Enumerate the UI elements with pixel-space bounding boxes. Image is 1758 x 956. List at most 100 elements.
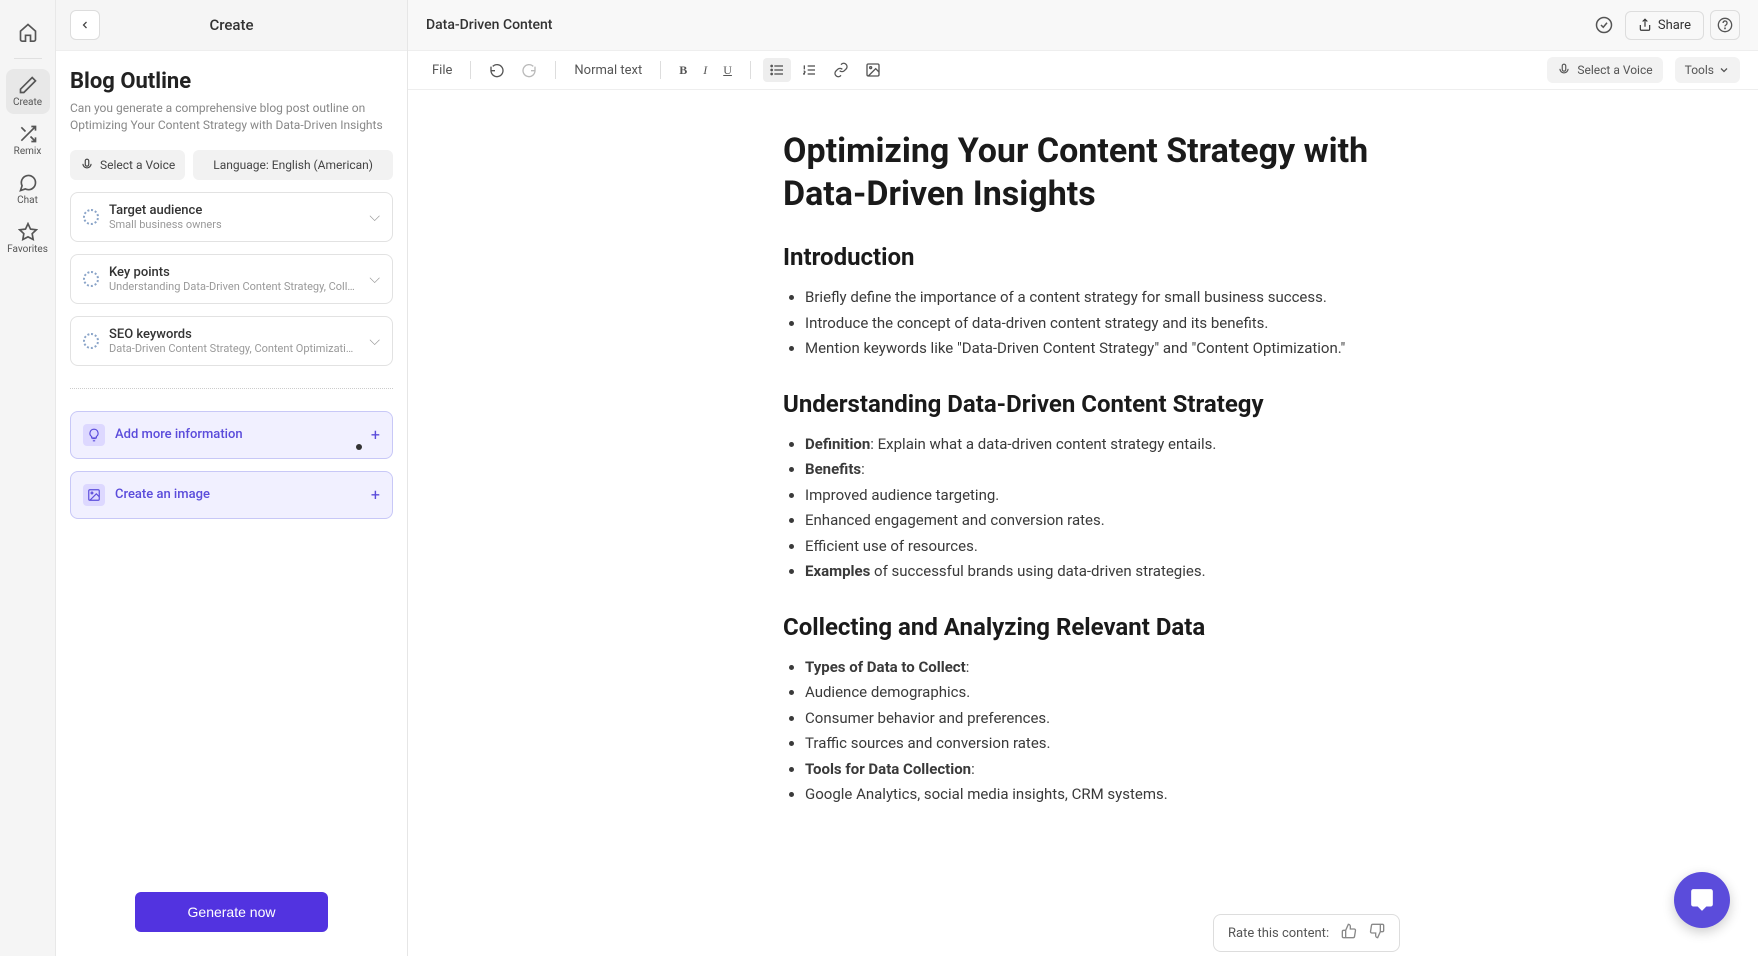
voice-label: Select a Voice — [1577, 63, 1652, 77]
field-title: SEO keywords — [109, 327, 359, 342]
nav-remix[interactable]: Remix — [6, 118, 50, 163]
indicator-dot — [356, 444, 362, 450]
file-menu[interactable]: File — [426, 59, 458, 82]
text-style-select[interactable]: Normal text — [568, 59, 648, 82]
field-title: Key points — [109, 265, 359, 280]
dotted-divider — [70, 388, 393, 389]
nav-home[interactable] — [6, 16, 50, 48]
share-icon — [1638, 18, 1652, 32]
check-status-icon[interactable] — [1589, 10, 1619, 40]
tools-button[interactable]: Tools — [1675, 57, 1740, 83]
image-icon — [865, 62, 881, 78]
sidebar-description: Can you generate a comprehensive blog po… — [70, 100, 393, 134]
sidebar-body: Blog Outline Can you generate a comprehe… — [56, 51, 407, 874]
spinner-icon — [83, 209, 99, 225]
sidebar-title: Blog Outline — [70, 69, 393, 94]
bullet-list-icon — [769, 62, 785, 78]
list-item: Introduce the concept of data-driven con… — [805, 311, 1383, 337]
list-item: Briefly define the importance of a conte… — [805, 285, 1383, 311]
main-header: Data-Driven Content Share — [408, 0, 1758, 51]
bullet-list: Briefly define the importance of a conte… — [783, 285, 1383, 362]
sidebar-footer: Generate now — [56, 874, 407, 956]
redo-button[interactable] — [515, 58, 543, 82]
list-item: Benefits: — [805, 457, 1383, 483]
chat-bubble-icon — [1689, 887, 1715, 913]
list-item: Definition: Explain what a data-driven c… — [805, 432, 1383, 458]
nav-create[interactable]: Create — [6, 69, 50, 114]
nav-rail: Create Remix Chat Favorites — [0, 0, 56, 956]
chip-label: Select a Voice — [100, 158, 175, 172]
chevron-down-icon: ⌵ — [369, 333, 380, 349]
select-voice-chip[interactable]: Select a Voice — [70, 150, 185, 180]
star-icon — [18, 222, 38, 242]
home-icon — [18, 22, 38, 42]
nav-label: Chat — [17, 195, 38, 206]
shuffle-icon — [18, 124, 38, 144]
field-key-points[interactable]: Key points Understanding Data-Driven Con… — [70, 254, 393, 304]
numbered-list-button[interactable] — [795, 58, 823, 82]
nav-divider — [14, 58, 42, 59]
main-area: Data-Driven Content Share File No — [408, 0, 1758, 956]
redo-icon — [521, 62, 537, 78]
lightbulb-icon — [83, 424, 105, 446]
list-item: Audience demographics. — [805, 680, 1383, 706]
undo-icon — [489, 62, 505, 78]
toolbar: File Normal text B I U — [408, 51, 1758, 90]
thumbs-up-button[interactable] — [1341, 923, 1357, 943]
field-seo-keywords[interactable]: SEO keywords Data-Driven Content Strateg… — [70, 316, 393, 366]
share-label: Share — [1658, 18, 1691, 33]
insert-image-button[interactable] — [859, 58, 887, 82]
share-button[interactable]: Share — [1625, 11, 1704, 40]
chevron-down-icon: ⌵ — [369, 271, 380, 287]
list-item: Efficient use of resources. — [805, 534, 1383, 560]
back-button[interactable] — [70, 10, 100, 40]
list-item: Examples of successful brands using data… — [805, 559, 1383, 585]
tools-label: Tools — [1685, 63, 1714, 77]
language-chip[interactable]: Language: English (American) — [193, 150, 393, 180]
nav-label: Favorites — [7, 244, 48, 255]
thumbs-up-icon — [1341, 923, 1357, 939]
bullet-list: Definition: Explain what a data-driven c… — [783, 432, 1383, 585]
bullet-list: Types of Data to Collect:Audience demogr… — [783, 655, 1383, 808]
numbered-list-icon — [801, 62, 817, 78]
voice-icon — [1557, 63, 1571, 77]
doc-heading: Optimizing Your Content Strategy with Da… — [783, 130, 1383, 215]
thumbs-down-icon — [1369, 923, 1385, 939]
sidebar-panel: Create Blog Outline Can you generate a c… — [56, 0, 408, 956]
bold-button[interactable]: B — [673, 59, 693, 82]
add-more-info-button[interactable]: Add more information + — [70, 411, 393, 459]
create-image-button[interactable]: Create an image + — [70, 471, 393, 519]
list-item: Types of Data to Collect: — [805, 655, 1383, 681]
list-item: Improved audience targeting. — [805, 483, 1383, 509]
field-sub: Understanding Data-Driven Content Strate… — [109, 280, 359, 293]
chevron-left-icon — [79, 19, 91, 31]
chat-fab[interactable] — [1674, 872, 1730, 928]
nav-favorites[interactable]: Favorites — [6, 216, 50, 261]
list-item: Google Analytics, social media insights,… — [805, 782, 1383, 808]
undo-button[interactable] — [483, 58, 511, 82]
chip-label: Language: English (American) — [213, 158, 373, 172]
italic-button[interactable]: I — [697, 59, 713, 82]
document-editor[interactable]: Optimizing Your Content Strategy with Da… — [408, 90, 1758, 956]
nav-chat[interactable]: Chat — [6, 167, 50, 212]
generate-button[interactable]: Generate now — [135, 892, 329, 932]
list-item: Traffic sources and conversion rates. — [805, 731, 1383, 757]
spinner-icon — [83, 333, 99, 349]
rate-content-box: Rate this content: — [1213, 914, 1400, 952]
field-target-audience[interactable]: Target audience Small business owners ⌵ — [70, 192, 393, 242]
link-button[interactable] — [827, 58, 855, 82]
bullet-list-button[interactable] — [763, 58, 791, 82]
section-heading: Introduction — [783, 243, 1383, 271]
chat-icon — [18, 173, 38, 193]
toolbar-voice-button[interactable]: Select a Voice — [1547, 57, 1662, 83]
help-button[interactable] — [1710, 10, 1740, 40]
action-label: Add more information — [115, 427, 361, 442]
section-heading: Understanding Data-Driven Content Strate… — [783, 390, 1383, 418]
document-title[interactable]: Data-Driven Content — [426, 17, 552, 33]
image-icon — [83, 484, 105, 506]
underline-button[interactable]: U — [717, 59, 738, 82]
link-icon — [833, 62, 849, 78]
thumbs-down-button[interactable] — [1369, 923, 1385, 943]
chevron-down-icon: ⌵ — [369, 209, 380, 225]
action-label: Create an image — [115, 487, 361, 502]
